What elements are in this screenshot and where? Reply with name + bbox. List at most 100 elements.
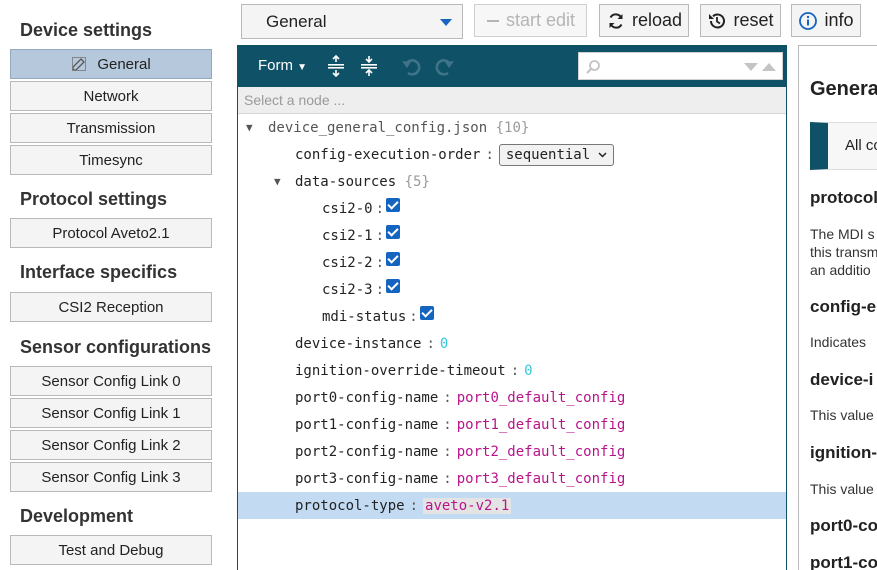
undo-icon[interactable] xyxy=(400,55,422,77)
port1-config-name-value[interactable]: port1_default_config xyxy=(457,417,626,433)
field-key: port2-config-name xyxy=(295,443,439,460)
tree-row-ignition-override-timeout[interactable]: ignition-override-timeout:0 xyxy=(238,357,786,384)
field-key: csi2-1 xyxy=(322,227,373,244)
nav-test-and-debug[interactable]: Test and Debug xyxy=(10,535,212,565)
separator: : xyxy=(409,497,419,514)
page-select-dropdown[interactable]: General xyxy=(241,4,463,39)
section-title-device-settings: Device settings xyxy=(20,20,153,40)
field-key: mdi-status xyxy=(322,308,407,325)
tree-row-mdi-status[interactable]: mdi-status: xyxy=(238,303,786,330)
history-icon xyxy=(709,13,726,28)
field-key: csi2-2 xyxy=(322,254,373,271)
doc-heading-port0: port0-co xyxy=(810,516,877,535)
separator: : xyxy=(375,281,385,298)
doc-heading-ignition: ignition- xyxy=(810,443,877,462)
tree-row-port2-config-name[interactable]: port2-config-name: port2_default_config xyxy=(238,438,786,465)
collapse-all-icon[interactable] xyxy=(359,55,379,77)
device-instance-value[interactable]: 0 xyxy=(440,336,448,352)
start-edit-button[interactable]: start edit xyxy=(474,4,587,37)
start-edit-label: start edit xyxy=(505,10,576,30)
info-label: info xyxy=(824,10,854,30)
csi2-3-checkbox[interactable] xyxy=(386,278,401,293)
port0-config-name-value[interactable]: port0_default_config xyxy=(457,390,626,406)
csi2-2-checkbox[interactable] xyxy=(386,251,401,266)
tree-row-device-instance[interactable]: device-instance:0 xyxy=(238,330,786,357)
nav-sensor-link-1[interactable]: Sensor Config Link 1 xyxy=(10,398,212,428)
separator: : xyxy=(485,146,494,163)
field-key: csi2-3 xyxy=(322,281,373,298)
csi2-1-checkbox[interactable] xyxy=(386,224,401,239)
doc-text-line: The MDI s xyxy=(810,226,875,242)
separator: : xyxy=(375,227,385,244)
protocol-type-value[interactable]: aveto-v2.1 xyxy=(423,497,512,514)
section-title-development: Development xyxy=(20,506,134,526)
tree-row-port1-config-name[interactable]: port1-config-name: port1_default_config xyxy=(238,411,786,438)
search-icon xyxy=(586,60,600,74)
mdi-status-checkbox[interactable] xyxy=(419,305,434,320)
tree-row-root[interactable]: ▼ device_general_config.json {10} xyxy=(238,114,786,141)
ignition-override-timeout-value[interactable]: 0 xyxy=(524,363,532,379)
info-icon xyxy=(799,11,818,30)
expand-toggle-icon[interactable]: ▼ xyxy=(274,175,281,188)
search-previous-icon[interactable] xyxy=(761,62,777,72)
tree-row-port0-config-name[interactable]: port0-config-name: port0_default_config xyxy=(238,384,786,411)
caret-down-icon: ▼ xyxy=(297,62,308,73)
field-key: device-instance xyxy=(295,335,422,352)
tree-row-port3-config-name[interactable]: port3-config-name: port3_default_config xyxy=(238,465,786,492)
separator: : xyxy=(409,308,418,325)
field-key: data-sources xyxy=(295,173,397,190)
doc-heading-device-instance: device-i xyxy=(810,370,874,389)
csi2-0-checkbox[interactable] xyxy=(386,197,401,212)
reload-button[interactable]: reload xyxy=(599,4,689,37)
form-mode-menu[interactable]: Form ▼ xyxy=(258,57,307,74)
search-next-icon[interactable] xyxy=(743,62,759,72)
tree-row-csi2-0[interactable]: csi2-0: xyxy=(238,195,786,222)
nav-sensor-link-2[interactable]: Sensor Config Link 2 xyxy=(10,430,212,460)
port2-config-name-value[interactable]: port2_default_config xyxy=(457,444,626,460)
tree-row-config-execution-order[interactable]: config-execution-order: sequential xyxy=(238,141,786,168)
tree-row-csi2-1[interactable]: csi2-1: xyxy=(238,222,786,249)
tab-all-configurations[interactable]: All configurations xyxy=(810,122,877,170)
separator: : xyxy=(443,416,452,433)
nav-general[interactable]: General xyxy=(10,49,212,79)
nav-protocol-aveto[interactable]: Protocol Aveto2.1 xyxy=(10,218,212,248)
config-execution-order-select[interactable]: sequential xyxy=(498,143,615,166)
nav-network[interactable]: Network xyxy=(10,81,212,111)
tree-row-csi2-3[interactable]: csi2-3: xyxy=(238,276,786,303)
doc-heading-protocol: protocol xyxy=(810,188,877,207)
tree-row-protocol-type[interactable]: protocol-type: aveto-v2.1 xyxy=(238,492,786,519)
separator: : xyxy=(375,254,385,271)
nav-transmission[interactable]: Transmission xyxy=(10,113,212,143)
expand-toggle-icon[interactable]: ▼ xyxy=(246,121,253,134)
data-sources-count: {5} xyxy=(404,173,430,190)
tree-row-data-sources[interactable]: ▼ data-sources {5} xyxy=(238,168,786,195)
field-key: csi2-0 xyxy=(322,200,373,217)
info-panel-title: General xyxy=(810,78,877,100)
section-title-sensor-configurations: Sensor configurations xyxy=(20,337,212,357)
chevron-down-icon xyxy=(440,19,452,26)
nav-sensor-link-0[interactable]: Sensor Config Link 0 xyxy=(10,366,212,396)
nav-timesync[interactable]: Timesync xyxy=(10,145,212,175)
node-path-bar[interactable]: Select a node ... xyxy=(238,87,786,114)
field-key: protocol-type xyxy=(295,497,405,514)
expand-all-icon[interactable] xyxy=(326,55,346,77)
nav-csi2-reception[interactable]: CSI2 Reception xyxy=(10,292,212,322)
info-panel: General All configurations protocol The … xyxy=(798,45,877,570)
doc-text-line: this transm xyxy=(810,244,877,260)
doc-text-line: an additio xyxy=(810,262,871,278)
tree-row-csi2-2[interactable]: csi2-2: xyxy=(238,249,786,276)
doc-text-line: Indicates xyxy=(810,334,867,350)
tree-search-input[interactable] xyxy=(578,52,783,80)
reset-button[interactable]: reset xyxy=(700,4,781,37)
nav-sensor-link-3[interactable]: Sensor Config Link 3 xyxy=(10,462,212,492)
root-key: device_general_config.json xyxy=(268,119,488,136)
form-mode-label: Form xyxy=(258,57,293,74)
json-editor: Form ▼ Select a node ... ▼ device_genera… xyxy=(237,45,787,570)
reload-icon xyxy=(609,12,623,29)
info-button[interactable]: info xyxy=(791,4,861,37)
field-key: ignition-override-timeout xyxy=(295,362,506,379)
redo-icon[interactable] xyxy=(434,55,456,77)
edit-icon xyxy=(72,57,87,71)
port3-config-name-value[interactable]: port3_default_config xyxy=(457,471,626,487)
field-key: port3-config-name xyxy=(295,470,439,487)
